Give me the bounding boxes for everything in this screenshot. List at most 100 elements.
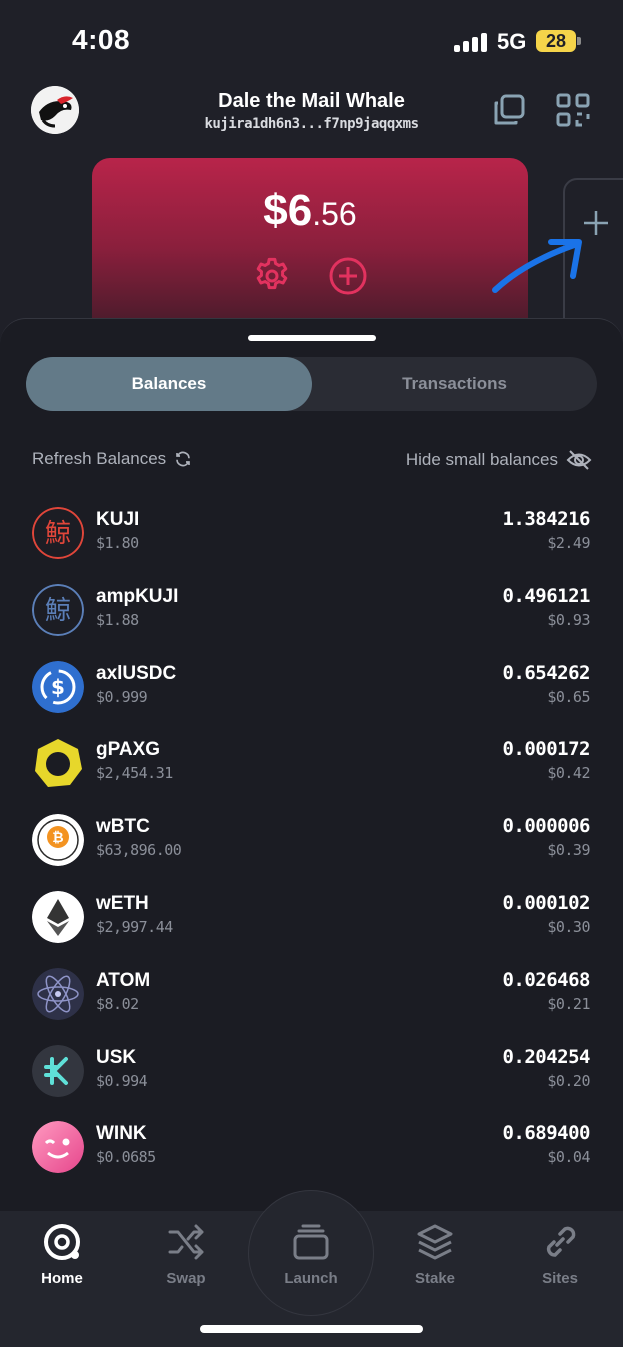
token-symbol: USK: [96, 1046, 137, 1068]
token-row-usk[interactable]: USK $0.994 0.204254 $0.20: [0, 1037, 623, 1114]
qr-code-icon[interactable]: [555, 92, 591, 128]
nav-stake-label: Stake: [414, 1270, 456, 1287]
token-amount: 0.000006: [502, 815, 590, 838]
token-value: $0.93: [547, 610, 590, 629]
status-time: 4:08: [72, 24, 131, 55]
status-bar: 4:08 5G 28: [0, 0, 623, 80]
svg-text:鯨: 鯨: [45, 519, 71, 549]
nav-sites-label: Sites: [542, 1270, 578, 1287]
token-value: $0.20: [547, 1071, 590, 1090]
link-icon: [546, 1226, 576, 1257]
token-amount: 0.654262: [502, 661, 590, 684]
kuji-icon: 鯨: [32, 507, 84, 559]
home-indicator: [200, 1325, 423, 1333]
token-value: $0.65: [547, 687, 590, 706]
token-symbol: KUJI: [96, 509, 140, 530]
token-value: $0.21: [547, 994, 590, 1013]
nav-swap[interactable]: Swap: [136, 1222, 236, 1287]
tab-bar: Balances Transactions: [26, 357, 597, 411]
token-row-weth[interactable]: wETH $2,997.44 0.000102 $0.30: [0, 883, 623, 960]
network-type: 5G: [497, 29, 527, 54]
token-symbol: ampKUJI: [96, 585, 179, 607]
balance-whole: $6: [263, 186, 313, 235]
token-symbol: gPAXG: [96, 739, 161, 761]
token-symbol: wETH: [96, 892, 149, 914]
stack-cards-icon: [293, 1224, 329, 1260]
token-row-axlusdc[interactable]: $ axlUSDC $0.999 0.654262 $0.65: [0, 653, 623, 730]
nav-home[interactable]: Home: [12, 1222, 112, 1287]
token-list: 鯨 KUJI $1.80 1.384216 $2.49 鯨 ampKUJI $1…: [0, 499, 623, 1190]
token-row-atom[interactable]: ATOM $8.02 0.026468 $0.21: [0, 960, 623, 1037]
token-price: $1.88: [96, 610, 139, 629]
token-price: $1.80: [96, 534, 139, 552]
token-price: $63,896.00: [96, 841, 182, 860]
nav-home-label: Home: [41, 1270, 83, 1287]
hide-small-label: Hide small balances: [405, 450, 558, 469]
atom-icon: [32, 967, 84, 1020]
token-value: $0.30: [547, 917, 590, 936]
ampkuji-icon: 鯨: [32, 583, 84, 636]
wallet-name[interactable]: Dale the Mail Whale: [0, 90, 623, 113]
token-row-kuji[interactable]: 鯨 KUJI $1.80 1.384216 $2.49: [0, 499, 623, 576]
token-value: $0.42: [547, 764, 590, 783]
token-price: $0.0685: [96, 1148, 156, 1167]
balance-cents: .56: [312, 196, 357, 232]
token-value: $0.04: [547, 1148, 590, 1167]
nav-swap-label: Swap: [166, 1270, 206, 1287]
token-row-gpaxg[interactable]: gPAXG $2,454.31 0.000172 $0.42: [0, 729, 623, 806]
refresh-balances-button[interactable]: Refresh Balances: [32, 449, 192, 469]
token-row-wbtc[interactable]: ₿ wBTC $63,896.00 0.000006 $0.39: [0, 806, 623, 883]
nav-sites[interactable]: Sites: [510, 1222, 610, 1287]
token-symbol: axlUSDC: [96, 662, 177, 684]
token-amount: 0.000172: [502, 738, 590, 761]
shuffle-icon: [168, 1224, 204, 1260]
nav-stake[interactable]: Stake: [385, 1222, 485, 1287]
eye-off-icon: [566, 450, 592, 470]
hide-small-balances-button[interactable]: Hide small balances: [406, 449, 592, 471]
home-icon: [44, 1224, 80, 1260]
add-circle-icon[interactable]: [328, 256, 368, 296]
copy-icon[interactable]: [491, 92, 527, 128]
token-amount: 0.000102: [502, 891, 590, 914]
token-symbol: ATOM: [96, 969, 151, 991]
sheet-grabber[interactable]: [248, 335, 376, 341]
eth-icon: [32, 890, 84, 943]
wink-icon: [32, 1121, 84, 1174]
plus-icon: [584, 211, 608, 235]
battery-tip: [577, 37, 581, 45]
token-price: $0.999: [96, 687, 148, 706]
total-balance: $6.56: [92, 186, 528, 236]
usdc-icon: $: [32, 660, 84, 713]
token-price: $0.994: [96, 1071, 148, 1090]
refresh-icon: [176, 451, 191, 467]
wallet-address[interactable]: kujira1dh6n3...f7np9jaqqxms: [0, 116, 623, 132]
signal-icon: [454, 32, 487, 52]
token-amount: 0.204254: [502, 1045, 590, 1068]
settings-gear-icon[interactable]: [252, 256, 292, 296]
token-value: $0.39: [547, 841, 590, 860]
token-price: $2,997.44: [96, 917, 173, 936]
token-amount: 0.689400: [502, 1122, 590, 1145]
token-row-wink[interactable]: WINK $0.0685 0.689400 $0.04: [0, 1113, 623, 1190]
layers-icon: [417, 1224, 453, 1260]
tab-transactions[interactable]: Transactions: [312, 357, 597, 411]
token-price: $2,454.31: [96, 764, 173, 783]
token-row-ampkuji[interactable]: 鯨 ampKUJI $1.88 0.496121 $0.93: [0, 576, 623, 653]
usk-icon: [32, 1044, 84, 1097]
nav-launch[interactable]: Launch: [261, 1222, 361, 1287]
token-amount: 0.496121: [502, 584, 590, 607]
balances-toolbar: Refresh Balances Hide small balances: [32, 449, 592, 473]
svg-text:$: $: [51, 675, 65, 699]
token-amount: 1.384216: [502, 508, 590, 530]
battery-icon: 28: [536, 30, 576, 52]
token-value: $2.49: [547, 534, 590, 552]
token-symbol: WINK: [96, 1123, 147, 1145]
token-symbol: wBTC: [96, 816, 150, 838]
svg-text:₿: ₿: [52, 830, 63, 846]
token-amount: 0.026468: [502, 968, 590, 991]
token-price: $8.02: [96, 994, 139, 1013]
refresh-label: Refresh Balances: [32, 449, 167, 468]
wbtc-icon: ₿: [32, 814, 84, 867]
tab-balances[interactable]: Balances: [26, 357, 312, 411]
nav-launch-label: Launch: [284, 1270, 338, 1287]
